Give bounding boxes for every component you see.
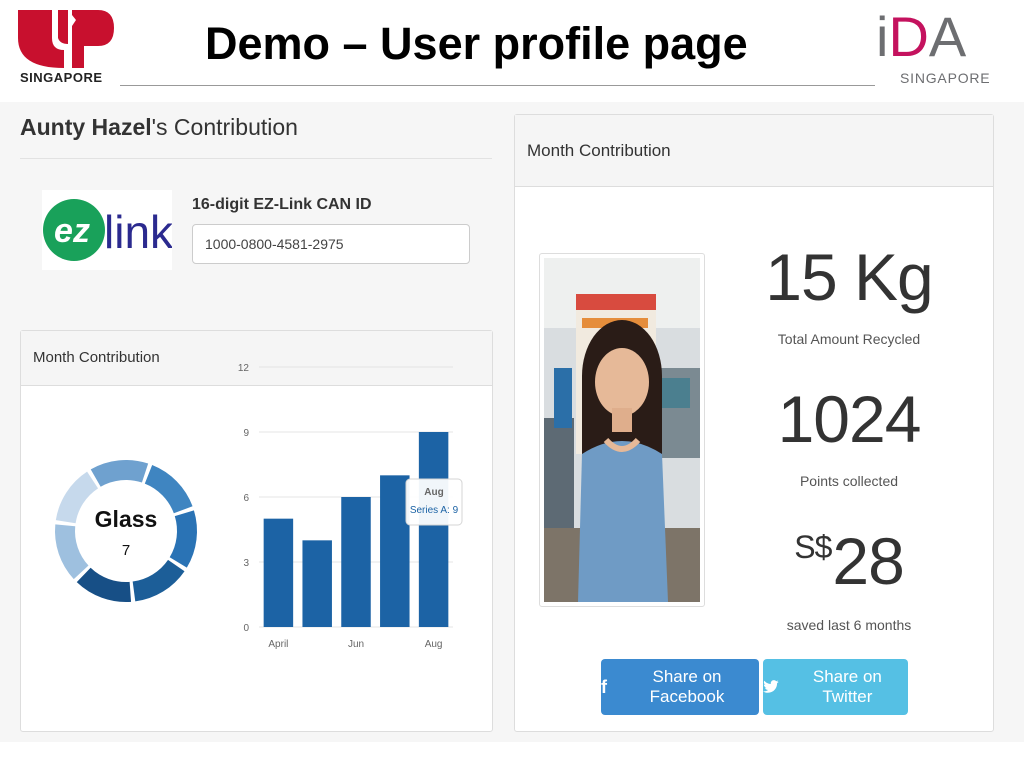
currency-symbol: S$ xyxy=(794,529,832,565)
facebook-icon: f xyxy=(601,676,607,697)
money-amount: 28 xyxy=(832,524,904,598)
profile-photo xyxy=(539,253,705,607)
ida-logo-mark: iDA xyxy=(876,5,967,68)
svg-text:link: link xyxy=(104,206,172,258)
donut-segment xyxy=(54,524,89,580)
profile-page: Aunty Hazel's Contribution ez link 16-di… xyxy=(0,102,1024,742)
ida-logo-subtext: SINGAPORE xyxy=(900,70,991,86)
bar xyxy=(263,518,294,627)
donut-segment xyxy=(90,460,149,487)
share-facebook-button[interactable]: f Share on Facebook xyxy=(601,659,759,715)
page-title: Aunty Hazel's Contribution xyxy=(20,114,298,141)
slide-header: SINGAPORE Demo – User profile page iDA S… xyxy=(0,0,1024,100)
ida-singapore-logo: iDA SINGAPORE xyxy=(872,6,992,90)
chart-tooltip xyxy=(405,478,463,526)
month-contribution-stats-panel: Month Contribution 15 Kg Total Amount Re… xyxy=(514,114,994,732)
donut-center-label: Glass xyxy=(95,506,158,532)
month-contribution-chart-panel: Month Contribution Glass 7 0 3 6 9 12 April Jun A… xyxy=(20,330,493,732)
share-facebook-label: Share on Facebook xyxy=(649,667,725,706)
up-singapore-logo: SINGAPORE xyxy=(18,10,118,86)
donut-segment xyxy=(132,559,185,602)
donut-segment xyxy=(169,510,197,568)
y-tick-label: 0 xyxy=(243,623,249,634)
y-tick-label: 12 xyxy=(238,363,250,374)
x-tick-label: Jun xyxy=(348,639,364,650)
y-tick-label: 3 xyxy=(243,558,249,569)
share-twitter-button[interactable]: Share on Twitter xyxy=(763,659,908,715)
slide-title: Demo – User profile page xyxy=(205,18,748,69)
bar xyxy=(418,432,449,627)
ezlink-label: 16-digit EZ-Link CAN ID xyxy=(192,196,372,213)
ezlink-can-id-input[interactable] xyxy=(192,224,470,264)
user-name: Aunty Hazel xyxy=(20,114,152,140)
points-label: Points collected xyxy=(799,473,899,489)
svg-text:ez: ez xyxy=(54,212,90,250)
total-recycled-value: 15 Kg xyxy=(765,240,933,314)
profile-photo-image xyxy=(544,258,700,602)
page-title-suffix: 's Contribution xyxy=(151,114,298,140)
contribution-charts: Glass 7 0 3 6 9 12 April Jun Aug Aug Series A: 9 xyxy=(54,363,463,650)
donut-segment xyxy=(55,471,99,524)
donut-center-value: 7 xyxy=(122,542,130,559)
x-tick-label: April xyxy=(268,639,288,650)
points-value: 1024 xyxy=(777,382,922,456)
up-logo-mark xyxy=(18,10,114,68)
bar xyxy=(380,475,410,627)
money-saved-label: saved last 6 months xyxy=(786,617,912,633)
x-tick-label: Aug xyxy=(425,639,443,650)
up-logo-text: SINGAPORE xyxy=(20,70,103,85)
tooltip-title: Aug xyxy=(424,487,443,498)
twitter-icon xyxy=(763,680,779,693)
ezlink-logo: ez link xyxy=(42,190,172,270)
money-saved-value: S$28 xyxy=(749,523,949,599)
bar xyxy=(302,540,332,627)
y-tick-label: 9 xyxy=(243,428,249,439)
bar xyxy=(341,497,371,627)
title-divider xyxy=(120,85,875,86)
total-recycled-label: Total Amount Recycled xyxy=(777,331,921,347)
panel-heading: Month Contribution xyxy=(515,115,993,187)
share-twitter-label: Share on Twitter xyxy=(812,667,882,706)
tooltip-value: Series A: 9 xyxy=(410,505,459,516)
heading-divider xyxy=(20,158,492,159)
y-tick-label: 6 xyxy=(243,493,249,504)
donut-segment xyxy=(76,567,132,602)
